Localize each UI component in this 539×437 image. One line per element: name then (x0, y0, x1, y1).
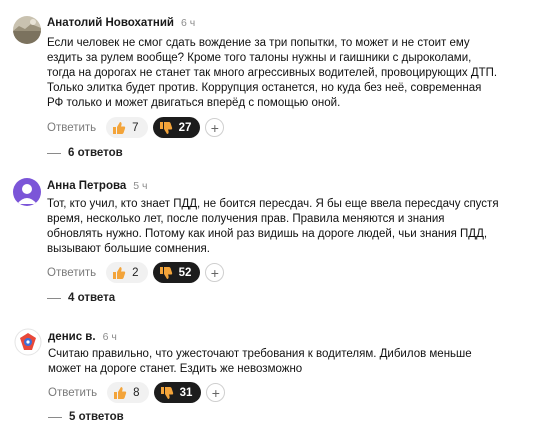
dislike-button[interactable]: 27 (152, 117, 201, 138)
comment-text-line: РФ только и может двигаться вперёд с пом… (47, 97, 341, 109)
comment-text: Если человек не смог сдать вождение за т… (47, 36, 497, 111)
comment-actions: Ответить 2 52 + (47, 262, 225, 283)
dislike-button[interactable]: 52 (152, 262, 201, 283)
reply-button[interactable]: Ответить (47, 122, 96, 134)
thumbs-down-icon (159, 121, 172, 134)
like-count: 8 (133, 386, 140, 399)
thumbs-down-icon (160, 386, 173, 399)
comment-text-line: Только элитка будет против. Коррупция ос… (47, 82, 482, 94)
reply-button[interactable]: Ответить (47, 267, 96, 279)
comment-text-line: тогда на дорогах не станет так много агр… (47, 67, 498, 79)
thumbs-up-icon (113, 266, 126, 279)
avatar[interactable] (13, 178, 41, 206)
comment-text-line: ездить за рулем вообще? Кроме того талон… (47, 52, 472, 64)
show-replies-button[interactable]: 6 ответов (47, 147, 123, 159)
comment-author[interactable]: Анатолий Новохатний (47, 17, 174, 29)
avatar[interactable] (13, 16, 41, 44)
comment-time: 6 ч (181, 17, 196, 29)
dislike-count: 27 (178, 121, 192, 134)
dislike-button[interactable]: 31 (153, 382, 202, 403)
plus-icon: + (210, 119, 219, 136)
dislike-count: 31 (179, 386, 193, 399)
thumbs-up-icon (113, 121, 126, 134)
add-reaction-button[interactable]: + (205, 118, 225, 137)
like-count: 7 (132, 121, 139, 134)
thumbs-down-icon (159, 266, 172, 279)
replies-divider (47, 152, 61, 154)
avatar[interactable] (14, 328, 42, 356)
comment-text: Считаю правильно, что ужесточают требова… (48, 347, 472, 377)
comment-text-line: может на дороге станет. Ездить же невозм… (48, 363, 303, 375)
plus-icon: + (210, 264, 219, 281)
show-replies-button[interactable]: 5 ответов (48, 411, 124, 423)
like-button[interactable]: 8 (107, 382, 149, 403)
dislike-count: 52 (178, 266, 192, 279)
like-button[interactable]: 2 (106, 262, 148, 283)
replies-count: 6 ответов (68, 147, 123, 159)
comment-text-line: обновлять нужно. Потому как иной раз вид… (47, 228, 488, 240)
comment-actions: Ответить 7 27 + (47, 117, 225, 138)
replies-count: 5 ответов (69, 411, 124, 423)
comment-text-line: Считаю правильно, что ужесточают требова… (48, 348, 472, 360)
plus-icon: + (211, 384, 220, 401)
comment-text-line: Тот, кто учил, кто знает ПДД, не боится … (47, 198, 499, 210)
comment-text-line: вызывают большие сомнения. (47, 243, 210, 255)
thumbs-up-icon (114, 386, 127, 399)
like-button[interactable]: 7 (106, 117, 148, 138)
comment-text-line: Если человек не смог сдать вождение за т… (47, 37, 470, 49)
comment-time: 6 ч (102, 331, 117, 343)
like-count: 2 (132, 266, 139, 279)
comment-time: 5 ч (133, 180, 148, 192)
comment-text: Тот, кто учил, кто знает ПДД, не боится … (47, 197, 499, 257)
add-reaction-button[interactable]: + (206, 383, 226, 402)
comment-actions: Ответить 8 31 + (48, 382, 226, 403)
reply-button[interactable]: Ответить (48, 387, 97, 399)
replies-count: 4 ответа (68, 292, 116, 304)
add-reaction-button[interactable]: + (205, 263, 225, 282)
comment-author[interactable]: Анна Петрова (47, 180, 126, 192)
replies-divider (48, 416, 62, 418)
comment-author[interactable]: денис в. (48, 331, 96, 343)
comment-text-line: время, несколько лет, после получения пр… (47, 213, 445, 225)
show-replies-button[interactable]: 4 ответа (47, 292, 115, 304)
replies-divider (47, 297, 61, 299)
